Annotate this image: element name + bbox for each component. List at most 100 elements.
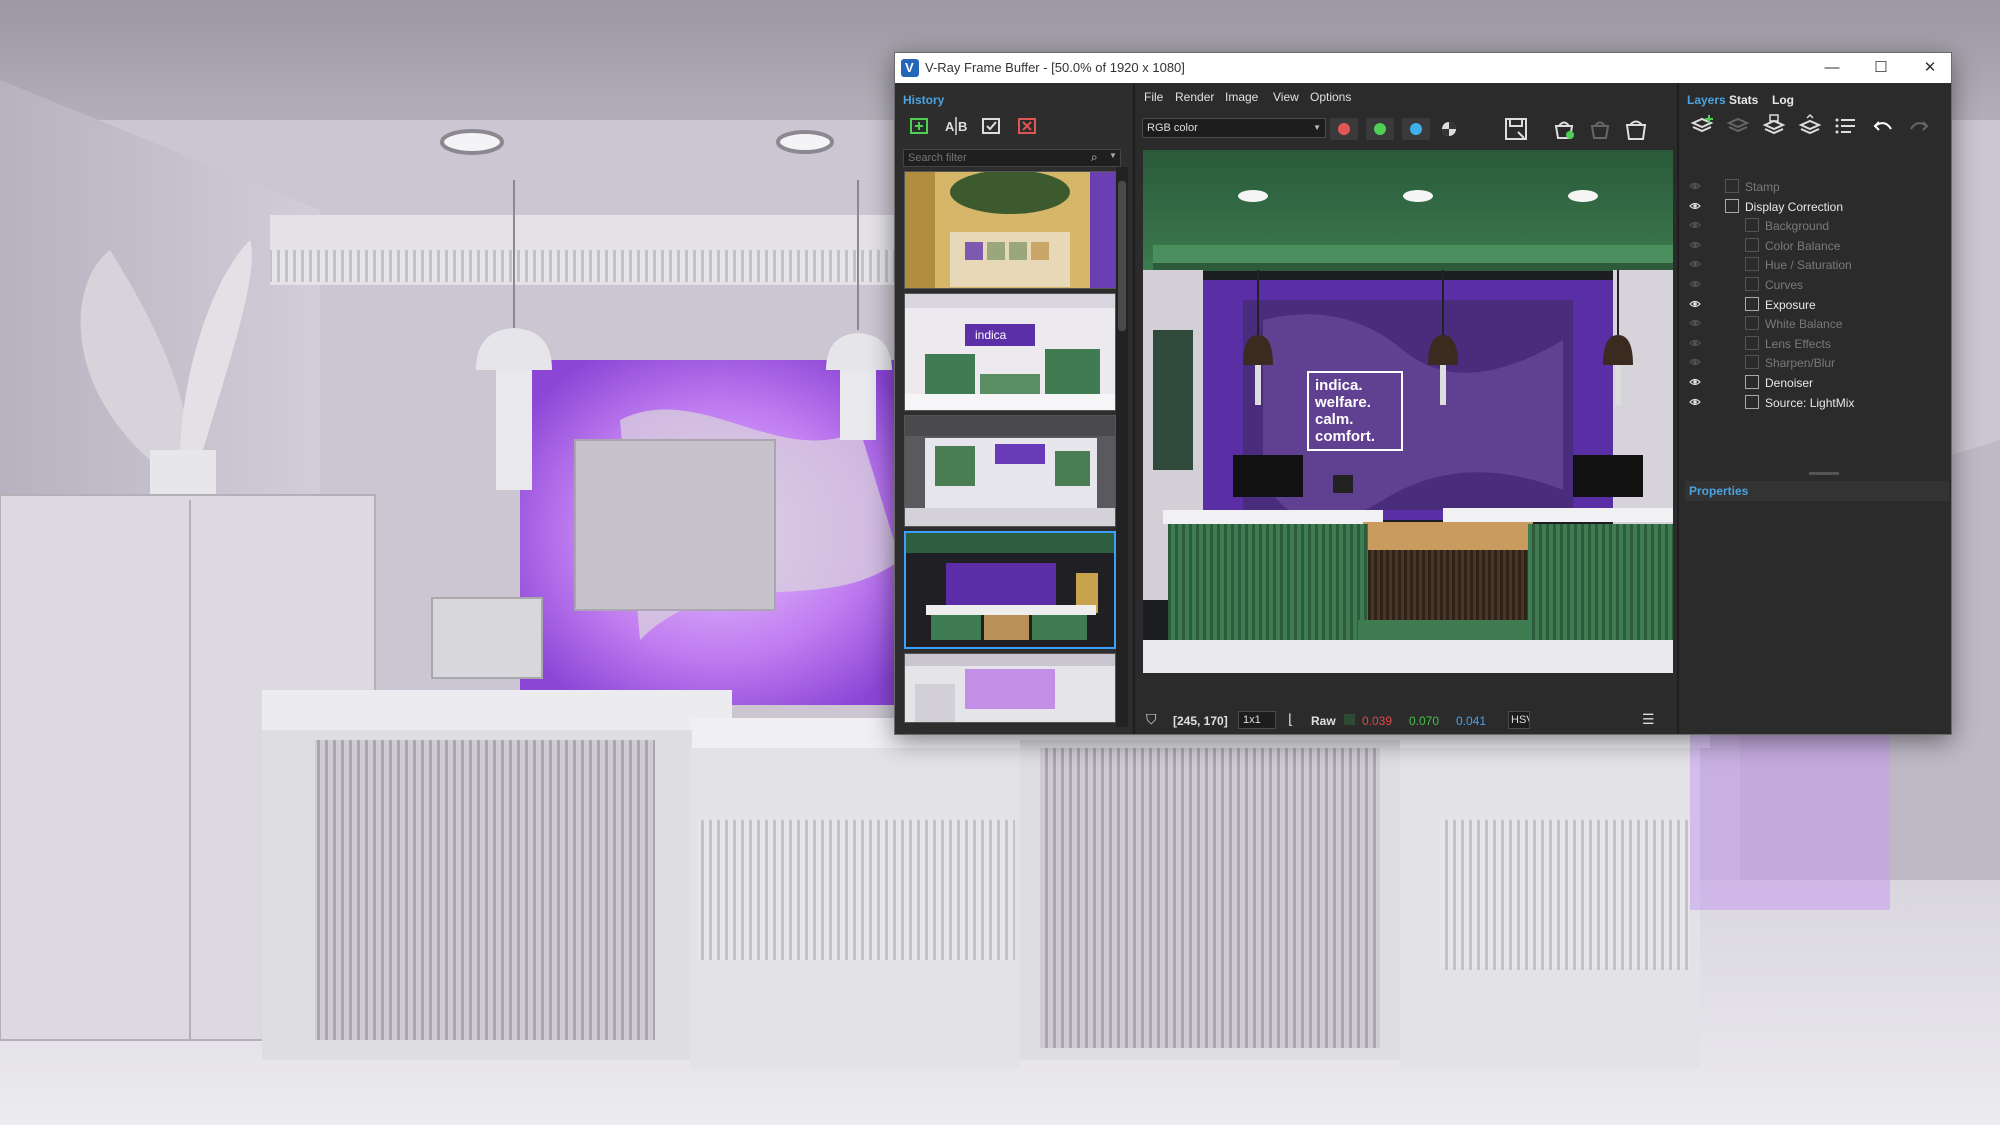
panel-toggle-icon[interactable]: ☰	[1642, 711, 1655, 728]
layer-row[interactable]: Stamp	[1679, 177, 1951, 196]
blue-channel-button[interactable]	[1402, 118, 1430, 140]
blue-channel-icon	[1410, 123, 1422, 135]
pick-pixel-icon[interactable]: ⌊	[1288, 711, 1293, 728]
alpha-channel-icon[interactable]	[1438, 118, 1460, 140]
eye-off-icon[interactable]	[1689, 279, 1701, 289]
history-scrollbar-thumb[interactable]	[1118, 181, 1126, 331]
layer-name: Lens Effects	[1765, 336, 1831, 351]
layer-row[interactable]: Lens Effects	[1679, 334, 1951, 353]
eye-off-icon[interactable]	[1689, 181, 1701, 191]
pixel-color-swatch	[1344, 714, 1355, 725]
tab-log[interactable]: Log	[1772, 93, 1794, 107]
add-layer-icon[interactable]	[1689, 113, 1715, 139]
eye-icon[interactable]	[1689, 377, 1701, 387]
eye-off-icon[interactable]	[1689, 259, 1701, 269]
menu-file[interactable]: File	[1144, 90, 1163, 104]
thumbnail-brand-text: indica	[975, 328, 1007, 342]
save-to-history-icon[interactable]	[907, 113, 933, 139]
layer-name: Denoiser	[1765, 376, 1814, 390]
history-scrollbar[interactable]	[1116, 167, 1128, 727]
color-space-select[interactable]: HSV	[1508, 711, 1530, 729]
layer-presets-icon[interactable]	[1833, 113, 1859, 139]
ab-compare-icon[interactable]: A B	[943, 113, 969, 139]
lock-icon[interactable]: ⛉	[1146, 711, 1157, 728]
stop-render-icon[interactable]	[1622, 116, 1650, 142]
layer-type-icon	[1725, 179, 1739, 193]
history-panel: History A B ⌕ ▼	[895, 83, 1135, 734]
red-channel-button[interactable]	[1330, 118, 1358, 140]
layer-name: Background	[1765, 219, 1830, 234]
layer-row[interactable]: Curves	[1679, 275, 1951, 294]
layer-row[interactable]: Display Correction	[1679, 197, 1951, 216]
maximize-button[interactable]: ☐	[1858, 53, 1904, 83]
eye-icon[interactable]	[1689, 201, 1701, 211]
redo-icon[interactable]	[1905, 113, 1931, 139]
layer-row[interactable]: Hue / Saturation	[1679, 255, 1951, 274]
eye-off-icon[interactable]	[1689, 220, 1701, 230]
delete-layer-icon[interactable]	[1725, 113, 1751, 139]
tab-stats[interactable]: Stats	[1729, 93, 1758, 107]
render-toolbar: RGB color ▼	[1138, 109, 1658, 149]
layer-row[interactable]: White Balance	[1679, 314, 1951, 333]
layer-row[interactable]: Denoiser	[1679, 373, 1951, 392]
layer-name: Curves	[1765, 278, 1804, 292]
undo-icon[interactable]	[1871, 113, 1897, 139]
zoom-select[interactable]: 1x1	[1238, 711, 1276, 729]
save-image-icon[interactable]	[1502, 116, 1530, 142]
layer-row[interactable]: Background	[1679, 216, 1951, 235]
search-dropdown-icon[interactable]: ▼	[1109, 151, 1117, 160]
history-tab[interactable]: History	[903, 93, 944, 107]
interactive-render-icon[interactable]	[1586, 116, 1614, 142]
layer-row[interactable]: Exposure	[1679, 295, 1951, 314]
sign-line-4: comfort.	[1315, 428, 1375, 445]
sign-line-2: welfare.	[1314, 394, 1371, 411]
eye-icon[interactable]	[1689, 397, 1701, 407]
layer-row[interactable]: Sharpen/Blur	[1679, 353, 1951, 372]
channel-select[interactable]: RGB color ▼	[1142, 118, 1326, 138]
layers-panel: Layers Stats Log Stamp Display Correction…	[1677, 83, 1951, 734]
layer-type-icon	[1745, 355, 1759, 370]
eye-off-icon[interactable]	[1689, 240, 1701, 250]
history-thumbnail-5[interactable]	[904, 653, 1116, 723]
close-button[interactable]: ✕	[1907, 53, 1951, 83]
eye-off-icon[interactable]	[1689, 357, 1701, 367]
render-teapot-icon[interactable]	[1550, 116, 1578, 142]
eye-icon[interactable]	[1689, 299, 1701, 309]
layer-row[interactable]: Color Balance	[1679, 236, 1951, 255]
eye-off-icon[interactable]	[1689, 318, 1701, 328]
panel-splitter[interactable]	[1809, 472, 1839, 475]
layer-type-icon	[1745, 218, 1759, 233]
load-history-icon[interactable]	[979, 113, 1005, 139]
menu-options[interactable]: Options	[1310, 90, 1351, 104]
history-thumbnail-4-selected[interactable]	[904, 531, 1116, 649]
menu-view[interactable]: View	[1273, 90, 1299, 104]
tab-layers[interactable]: Layers	[1687, 93, 1726, 107]
title-bar[interactable]: V-Ray Frame Buffer - [50.0% of 1920 x 10…	[895, 53, 1951, 83]
layer-type-icon	[1725, 198, 1739, 213]
history-thumbnail-2[interactable]: indica	[904, 293, 1116, 411]
history-thumbnail-1[interactable]	[904, 171, 1116, 289]
menu-image[interactable]: Image	[1225, 90, 1258, 104]
history-thumbnail-3[interactable]	[904, 415, 1116, 527]
layer-row[interactable]: Source: LightMix	[1679, 393, 1951, 412]
red-channel-icon	[1338, 123, 1350, 135]
layer-type-icon	[1745, 375, 1759, 389]
red-value: 0.039	[1362, 714, 1393, 728]
render-view[interactable]: indica. welfare. calm. comfort.	[1143, 150, 1673, 673]
layer-name: Display Correction	[1745, 199, 1844, 214]
search-icon: ⌕	[1091, 150, 1098, 164]
remove-history-icon[interactable]	[1015, 113, 1041, 139]
save-layers-icon[interactable]	[1761, 113, 1787, 139]
history-search-input[interactable]	[903, 149, 1121, 167]
green-channel-button[interactable]	[1366, 118, 1394, 140]
menu-bar: File Render Image View Options	[1138, 83, 1658, 109]
layer-type-icon	[1745, 257, 1759, 272]
properties-header: Properties	[1685, 481, 1949, 501]
eye-off-icon[interactable]	[1689, 338, 1701, 348]
layer-type-icon	[1745, 316, 1759, 331]
menu-render[interactable]: Render	[1175, 90, 1214, 104]
load-layers-icon[interactable]	[1797, 113, 1823, 139]
layer-type-icon	[1745, 237, 1759, 252]
minimize-button[interactable]: —	[1809, 53, 1855, 83]
svg-text:B: B	[958, 119, 967, 134]
